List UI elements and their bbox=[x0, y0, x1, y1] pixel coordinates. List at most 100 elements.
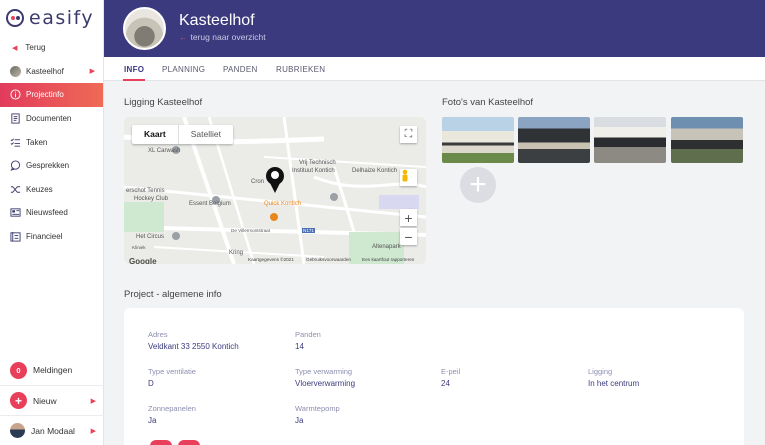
sidebar-item-gesprekken[interactable]: Gesprekken bbox=[0, 154, 103, 178]
tab-planning[interactable]: PLANNING bbox=[162, 65, 205, 74]
back-link[interactable]: ◀ Terug bbox=[0, 36, 103, 60]
back-arrow-icon: ◀ bbox=[12, 44, 18, 52]
terms-link[interactable]: Gebruiksvoorwaarden bbox=[306, 257, 351, 262]
field-warmtepomp: Warmtepomp Ja bbox=[295, 404, 340, 425]
field-label: Type verwarming bbox=[295, 367, 353, 376]
newsfeed-icon bbox=[10, 207, 21, 218]
project-header: Kasteelhof ← terug naar overzicht bbox=[104, 0, 765, 57]
map-label: Essent Belgium bbox=[189, 201, 231, 207]
field-label: Warmtepomp bbox=[295, 404, 340, 413]
field-value: Ja bbox=[148, 416, 157, 425]
add-photo-button[interactable]: + bbox=[460, 167, 496, 203]
map-label: XL Carwash bbox=[148, 148, 181, 154]
notifications-item[interactable]: 0 Meldingen bbox=[0, 355, 104, 385]
map-label: Kliniek bbox=[132, 245, 146, 250]
back-to-overview-link[interactable]: ← terug naar overzicht bbox=[179, 32, 266, 42]
sidebar-item-taken[interactable]: Taken bbox=[0, 130, 103, 154]
sidebar-bottom: 0 Meldingen + Nieuw ▶ Jan Modaal ▶ bbox=[0, 355, 104, 445]
field-label: E-peil bbox=[441, 367, 461, 376]
sidebar-item-label: Keuzes bbox=[26, 184, 53, 194]
sidebar-item-keuzes[interactable]: Keuzes bbox=[0, 178, 103, 202]
document-icon bbox=[10, 113, 21, 124]
chevron-right-icon: ▶ bbox=[90, 427, 96, 435]
map-label: Vrij Technisch bbox=[299, 160, 336, 166]
field-adres: Adres Veldkant 33 2550 Kontich bbox=[148, 330, 239, 351]
project-photo[interactable] bbox=[594, 117, 666, 163]
page-title: Kasteelhof bbox=[179, 12, 255, 29]
field-value: 14 bbox=[295, 342, 304, 351]
map-label: Quick Kontich bbox=[264, 201, 302, 207]
map-data-credit: Kaartgegevens ©2021 bbox=[248, 257, 294, 262]
project-selector[interactable]: Kasteelhof ▶ bbox=[0, 60, 103, 84]
logo-icon bbox=[6, 9, 24, 27]
field-label: Zonnepanelen bbox=[148, 404, 196, 413]
field-value: In het centrum bbox=[588, 379, 640, 388]
sidebar-item-nieuwsfeed[interactable]: Nieuwsfeed bbox=[0, 201, 103, 225]
fullscreen-icon[interactable]: ⛶ bbox=[400, 126, 417, 143]
field-panden: Panden 14 bbox=[295, 330, 321, 351]
google-logo: Google bbox=[129, 257, 157, 264]
field-label: Panden bbox=[295, 330, 321, 339]
general-info-title: Project - algemene info bbox=[124, 289, 222, 300]
map-label: Altenapark bbox=[372, 244, 401, 250]
field-zonnepanelen: Zonnepanelen Ja bbox=[148, 404, 196, 425]
zoom-out-button[interactable]: − bbox=[400, 228, 417, 245]
tab-info[interactable]: INFO bbox=[124, 65, 144, 74]
map-label: De Villermontstraat bbox=[231, 228, 270, 233]
action-button[interactable] bbox=[150, 440, 172, 445]
map-type-kaart-button[interactable]: Kaart bbox=[132, 125, 179, 144]
user-menu[interactable]: Jan Modaal ▶ bbox=[0, 415, 104, 445]
field-value: D bbox=[148, 379, 154, 388]
logo[interactable]: easify bbox=[0, 0, 103, 36]
arrow-left-icon: ← bbox=[179, 32, 188, 42]
map-label: Cron bbox=[251, 179, 265, 185]
map-label: Instituut Kontich bbox=[292, 168, 335, 174]
sidebar-item-label: Taken bbox=[26, 137, 48, 147]
report-error-link[interactable]: Een kaartfout rapporteren bbox=[362, 257, 414, 262]
sidebar-item-label: Projectinfo bbox=[26, 90, 64, 100]
back-to-overview-label: terug naar overzicht bbox=[190, 32, 266, 42]
finance-icon bbox=[10, 231, 21, 242]
new-item[interactable]: + Nieuw ▶ bbox=[0, 385, 104, 415]
tab-panden[interactable]: PANDEN bbox=[223, 65, 258, 74]
field-e-peil: E-peil 24 bbox=[441, 367, 460, 388]
sidebar-item-financieel[interactable]: Financieel bbox=[0, 225, 103, 249]
sidebar-item-projectinfo[interactable]: Projectinfo bbox=[0, 83, 103, 107]
action-button[interactable] bbox=[178, 440, 200, 445]
project-avatar bbox=[123, 7, 166, 50]
active-tab-indicator bbox=[123, 79, 145, 81]
sidebar-item-label: Documenten bbox=[26, 114, 72, 124]
project-photo[interactable] bbox=[671, 117, 743, 163]
tab-bar: INFO PLANNING PANDEN RUBRIEKEN bbox=[104, 57, 765, 81]
zoom-in-button[interactable]: + bbox=[400, 209, 417, 226]
map-label: erschot Tennis bbox=[126, 188, 165, 194]
sidebar-item-documenten[interactable]: Documenten bbox=[0, 107, 103, 131]
field-label: Ligging bbox=[588, 367, 613, 376]
street-view-icon[interactable] bbox=[400, 169, 417, 186]
map-label: Hockey Club bbox=[134, 196, 169, 202]
general-info-card: Adres Veldkant 33 2550 Kontich Panden 14… bbox=[124, 308, 744, 445]
project-label: Kasteelhof bbox=[26, 66, 64, 76]
field-value: Ja bbox=[295, 416, 304, 425]
location-title: Ligging Kasteelhof bbox=[124, 97, 203, 108]
sidebar-item-label: Nieuwsfeed bbox=[26, 208, 68, 218]
map-type-toggle: Kaart Satelliet bbox=[132, 125, 233, 144]
field-ligging: Ligging In het centrum bbox=[588, 367, 639, 388]
project-photo[interactable] bbox=[442, 117, 514, 163]
logo-text: easify bbox=[29, 7, 95, 29]
shuffle-icon bbox=[10, 184, 21, 195]
notifications-label: Meldingen bbox=[33, 365, 73, 375]
sidebar-item-label: Financieel bbox=[26, 232, 63, 242]
map[interactable]: Kaart Satelliet ⛶ + − XL Carwash Vrij Te… bbox=[124, 117, 426, 264]
new-label: Nieuw bbox=[33, 395, 57, 406]
tasks-icon bbox=[10, 137, 21, 148]
project-photo[interactable] bbox=[518, 117, 590, 163]
map-type-satellite-button[interactable]: Satelliet bbox=[179, 125, 233, 144]
chevron-right-icon: ▶ bbox=[89, 68, 95, 76]
notification-count-badge: 0 bbox=[10, 361, 27, 379]
field-value: 24 bbox=[441, 379, 450, 388]
back-label: Terug bbox=[25, 43, 46, 53]
tab-rubrieken[interactable]: RUBRIEKEN bbox=[276, 65, 325, 74]
field-label: Type ventilatie bbox=[148, 367, 196, 376]
project-thumbnail bbox=[10, 65, 21, 77]
